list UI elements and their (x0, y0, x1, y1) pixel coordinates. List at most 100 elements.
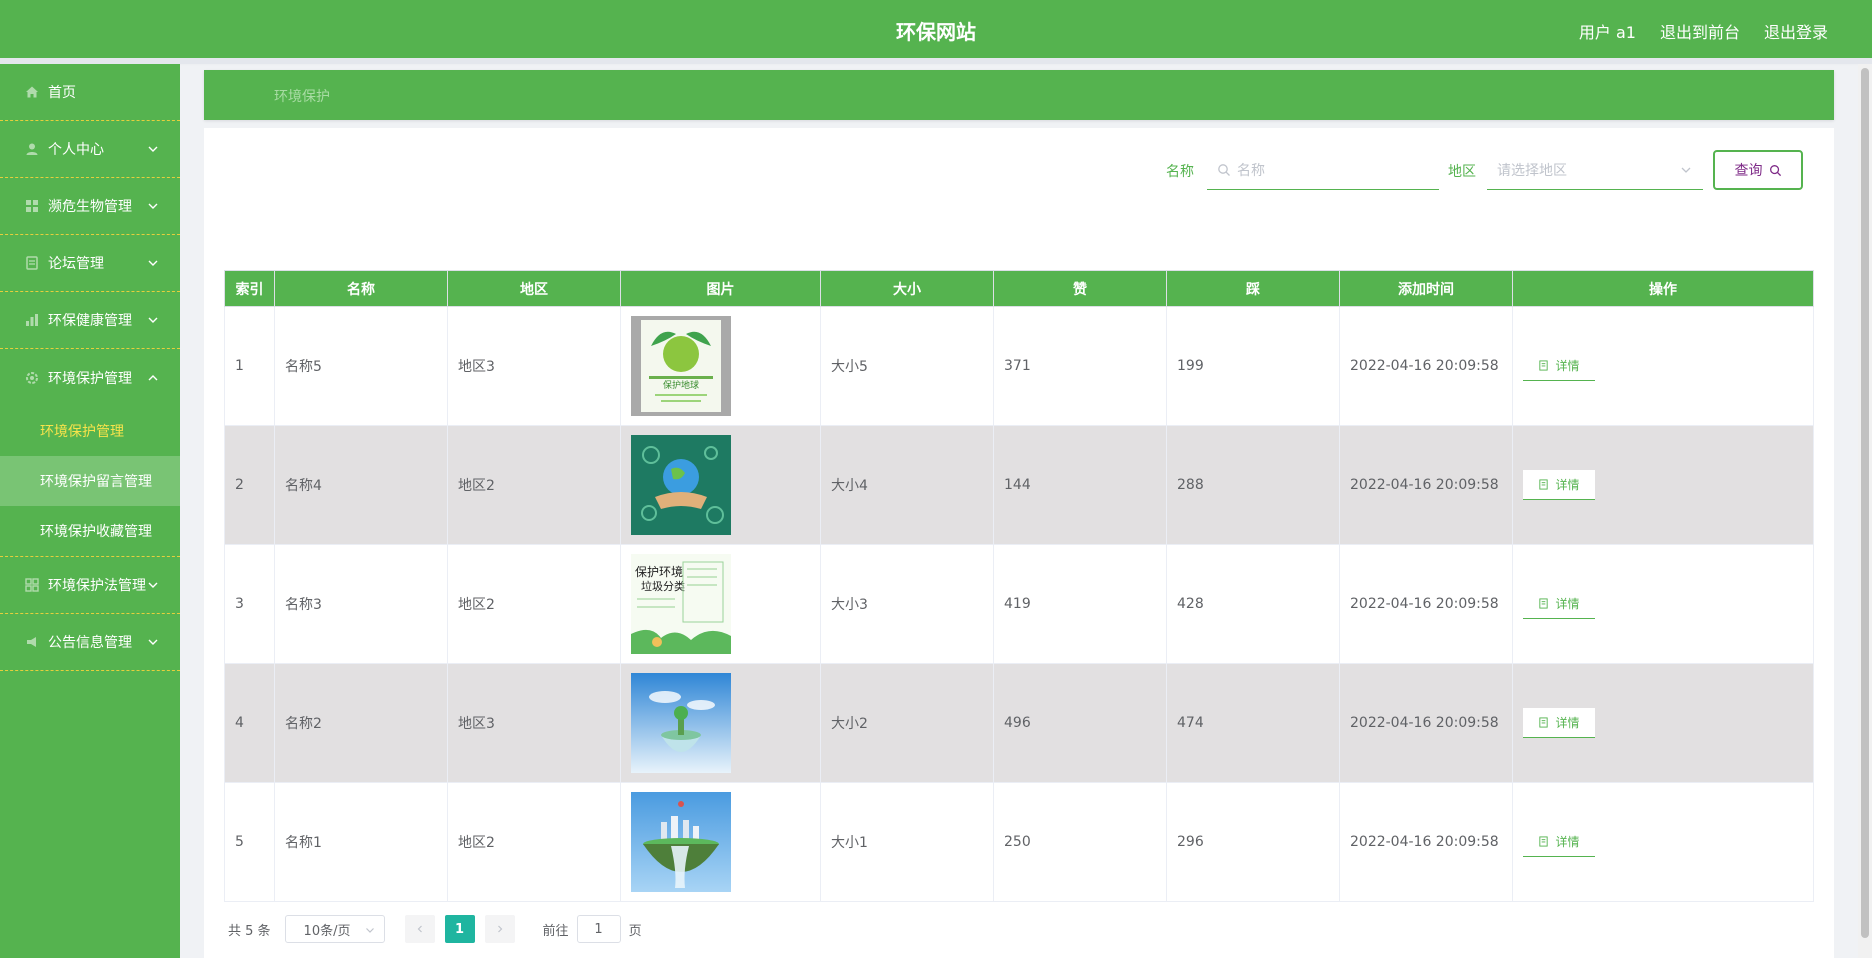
thumbnail-image[interactable] (631, 435, 731, 535)
sidebar-item-environment-protection[interactable]: 环境保护管理 (0, 349, 180, 406)
apps-icon (24, 577, 40, 593)
table-row[interactable]: 4 名称2 地区3 大小2 496 474 2022-04-16 20:09:5… (224, 663, 1814, 783)
detail-button-label: 详情 (1555, 359, 1580, 373)
exit-to-front-link[interactable]: 退出到前台 (1660, 19, 1740, 43)
user-name[interactable]: 用户 a1 (1579, 19, 1636, 43)
document-icon (1539, 836, 1549, 847)
sidebar-item-label: 环境保护法管理 (48, 578, 146, 594)
cell-time: 2022-04-16 20:09:58 (1339, 544, 1513, 664)
logout-link[interactable]: 退出登录 (1764, 19, 1828, 43)
scrollbar-thumb[interactable] (1861, 68, 1869, 938)
forum-icon (24, 255, 40, 271)
sidebar-subitem-favorites[interactable]: 环境保护收藏管理 (0, 506, 180, 556)
search-button[interactable]: 查询 (1713, 150, 1803, 190)
sidebar-item-label: 濒危生物管理 (48, 199, 132, 215)
sidebar-item-label: 公告信息管理 (48, 635, 132, 651)
thumbnail-image[interactable]: 保护环境 垃圾分类 (631, 554, 731, 654)
sidebar-item-label: 首页 (48, 85, 76, 101)
column-header-index[interactable]: 索引 (224, 270, 275, 307)
cell-index: 4 (224, 663, 275, 783)
cell-likes: 419 (993, 544, 1167, 664)
page-size-value: 10条/页 (303, 923, 351, 939)
breadcrumb-item[interactable]: 环境保护 (274, 86, 330, 106)
page-number-current[interactable]: 1 (444, 915, 475, 943)
table-row[interactable]: 2 名称4 地区2 大小4 144 288 2022-04-16 20:09:5… (224, 425, 1814, 545)
cell-region: 地区3 (447, 663, 621, 783)
cell-index: 2 (224, 425, 275, 545)
region-select[interactable]: 请选择地区 (1487, 150, 1703, 190)
cell-dislikes: 474 (1166, 663, 1340, 783)
sidebar-subitem-environment-protection[interactable]: 环境保护管理 (0, 406, 180, 456)
detail-button[interactable]: 详情 (1523, 470, 1595, 500)
cell-action: 详情 (1512, 425, 1814, 545)
pagination: 共 5 条 10条/页 1 前往 1 页 (228, 914, 642, 944)
sidebar-item-health[interactable]: 环保健康管理 (0, 292, 180, 349)
column-header-action[interactable]: 操作 (1512, 270, 1814, 307)
cell-name: 名称1 (274, 782, 448, 902)
cell-size: 大小4 (820, 425, 994, 545)
chevron-up-icon (148, 374, 158, 380)
page-scrollbar[interactable] (1858, 64, 1872, 958)
thumb-caption: 保护环境 (635, 564, 683, 579)
detail-button[interactable]: 详情 (1523, 351, 1595, 381)
column-header-name[interactable]: 名称 (274, 270, 448, 307)
table-row[interactable]: 3 名称3 地区2 保护环境 垃圾分类 大小3 419 428 2022-04-… (224, 544, 1814, 664)
sidebar-item-personal-center[interactable]: 个人中心 (0, 121, 180, 178)
table-row[interactable]: 1 名称5 地区3 保护地球 大小5 371 199 2022-04-16 20… (224, 306, 1814, 426)
next-page-button[interactable] (484, 915, 515, 943)
sidebar-item-environment-law[interactable]: 环境保护法管理 (0, 557, 180, 614)
goto-page-input[interactable]: 1 (576, 915, 621, 943)
cell-likes: 371 (993, 306, 1167, 426)
cell-dislikes: 428 (1166, 544, 1340, 664)
breadcrumb: 环境保护 (204, 70, 1834, 120)
column-header-region[interactable]: 地区 (447, 270, 621, 307)
chevron-down-icon (148, 582, 158, 588)
cell-index: 3 (224, 544, 275, 664)
prev-page-button[interactable] (404, 915, 435, 943)
cell-index: 1 (224, 306, 275, 426)
column-header-time[interactable]: 添加时间 (1339, 270, 1513, 307)
thumbnail-image[interactable]: 保护地球 (631, 316, 731, 416)
cell-size: 大小2 (820, 663, 994, 783)
data-table: 索引 名称 地区 图片 大小 赞 踩 添加时间 操作 1 名称5 地区3 保护地… (224, 270, 1814, 902)
cell-dislikes: 288 (1166, 425, 1340, 545)
name-search-input[interactable]: 名称 (1207, 150, 1439, 190)
column-header-dislikes[interactable]: 踩 (1166, 270, 1340, 307)
thumbnail-image[interactable] (631, 673, 731, 773)
detail-button[interactable]: 详情 (1523, 589, 1595, 619)
cell-index: 5 (224, 782, 275, 902)
chevron-down-icon (365, 928, 374, 933)
sidebar-item-endangered-species[interactable]: 濒危生物管理 (0, 178, 180, 235)
sidebar-item-home[interactable]: 首页 (0, 64, 180, 121)
search-icon (1769, 164, 1781, 176)
user-icon (24, 141, 40, 157)
gear-icon (24, 370, 40, 386)
column-header-image[interactable]: 图片 (620, 270, 821, 307)
sidebar-item-notice[interactable]: 公告信息管理 (0, 614, 180, 671)
chevron-down-icon (148, 639, 158, 645)
detail-button[interactable]: 详情 (1523, 827, 1595, 857)
chart-icon (24, 312, 40, 328)
chevron-down-icon (148, 260, 158, 266)
page-size-select[interactable]: 10条/页 (284, 915, 385, 943)
top-links: 用户 a1 退出到前台 退出登录 (1579, 19, 1828, 43)
cell-size: 大小1 (820, 782, 994, 902)
detail-button[interactable]: 详情 (1523, 708, 1595, 738)
detail-button-label: 详情 (1555, 835, 1580, 849)
table-row[interactable]: 5 名称1 地区2 大小1 250 296 2022-04-16 20:09:5… (224, 782, 1814, 902)
thumbnail-image[interactable] (631, 792, 731, 892)
column-header-likes[interactable]: 赞 (993, 270, 1167, 307)
header-divider (0, 58, 1872, 64)
cell-likes: 250 (993, 782, 1167, 902)
cell-size: 大小5 (820, 306, 994, 426)
cell-name: 名称3 (274, 544, 448, 664)
cell-time: 2022-04-16 20:09:58 (1339, 663, 1513, 783)
cell-likes: 496 (993, 663, 1167, 783)
cell-size: 大小3 (820, 544, 994, 664)
sidebar-subitem-messages[interactable]: 环境保护留言管理 (0, 456, 180, 506)
sidebar-item-label: 环保健康管理 (48, 313, 132, 329)
sidebar-item-forum[interactable]: 论坛管理 (0, 235, 180, 292)
sidebar-submenu: 环境保护管理 环境保护留言管理 环境保护收藏管理 (0, 406, 180, 557)
column-header-size[interactable]: 大小 (820, 270, 994, 307)
search-icon (1218, 163, 1230, 176)
